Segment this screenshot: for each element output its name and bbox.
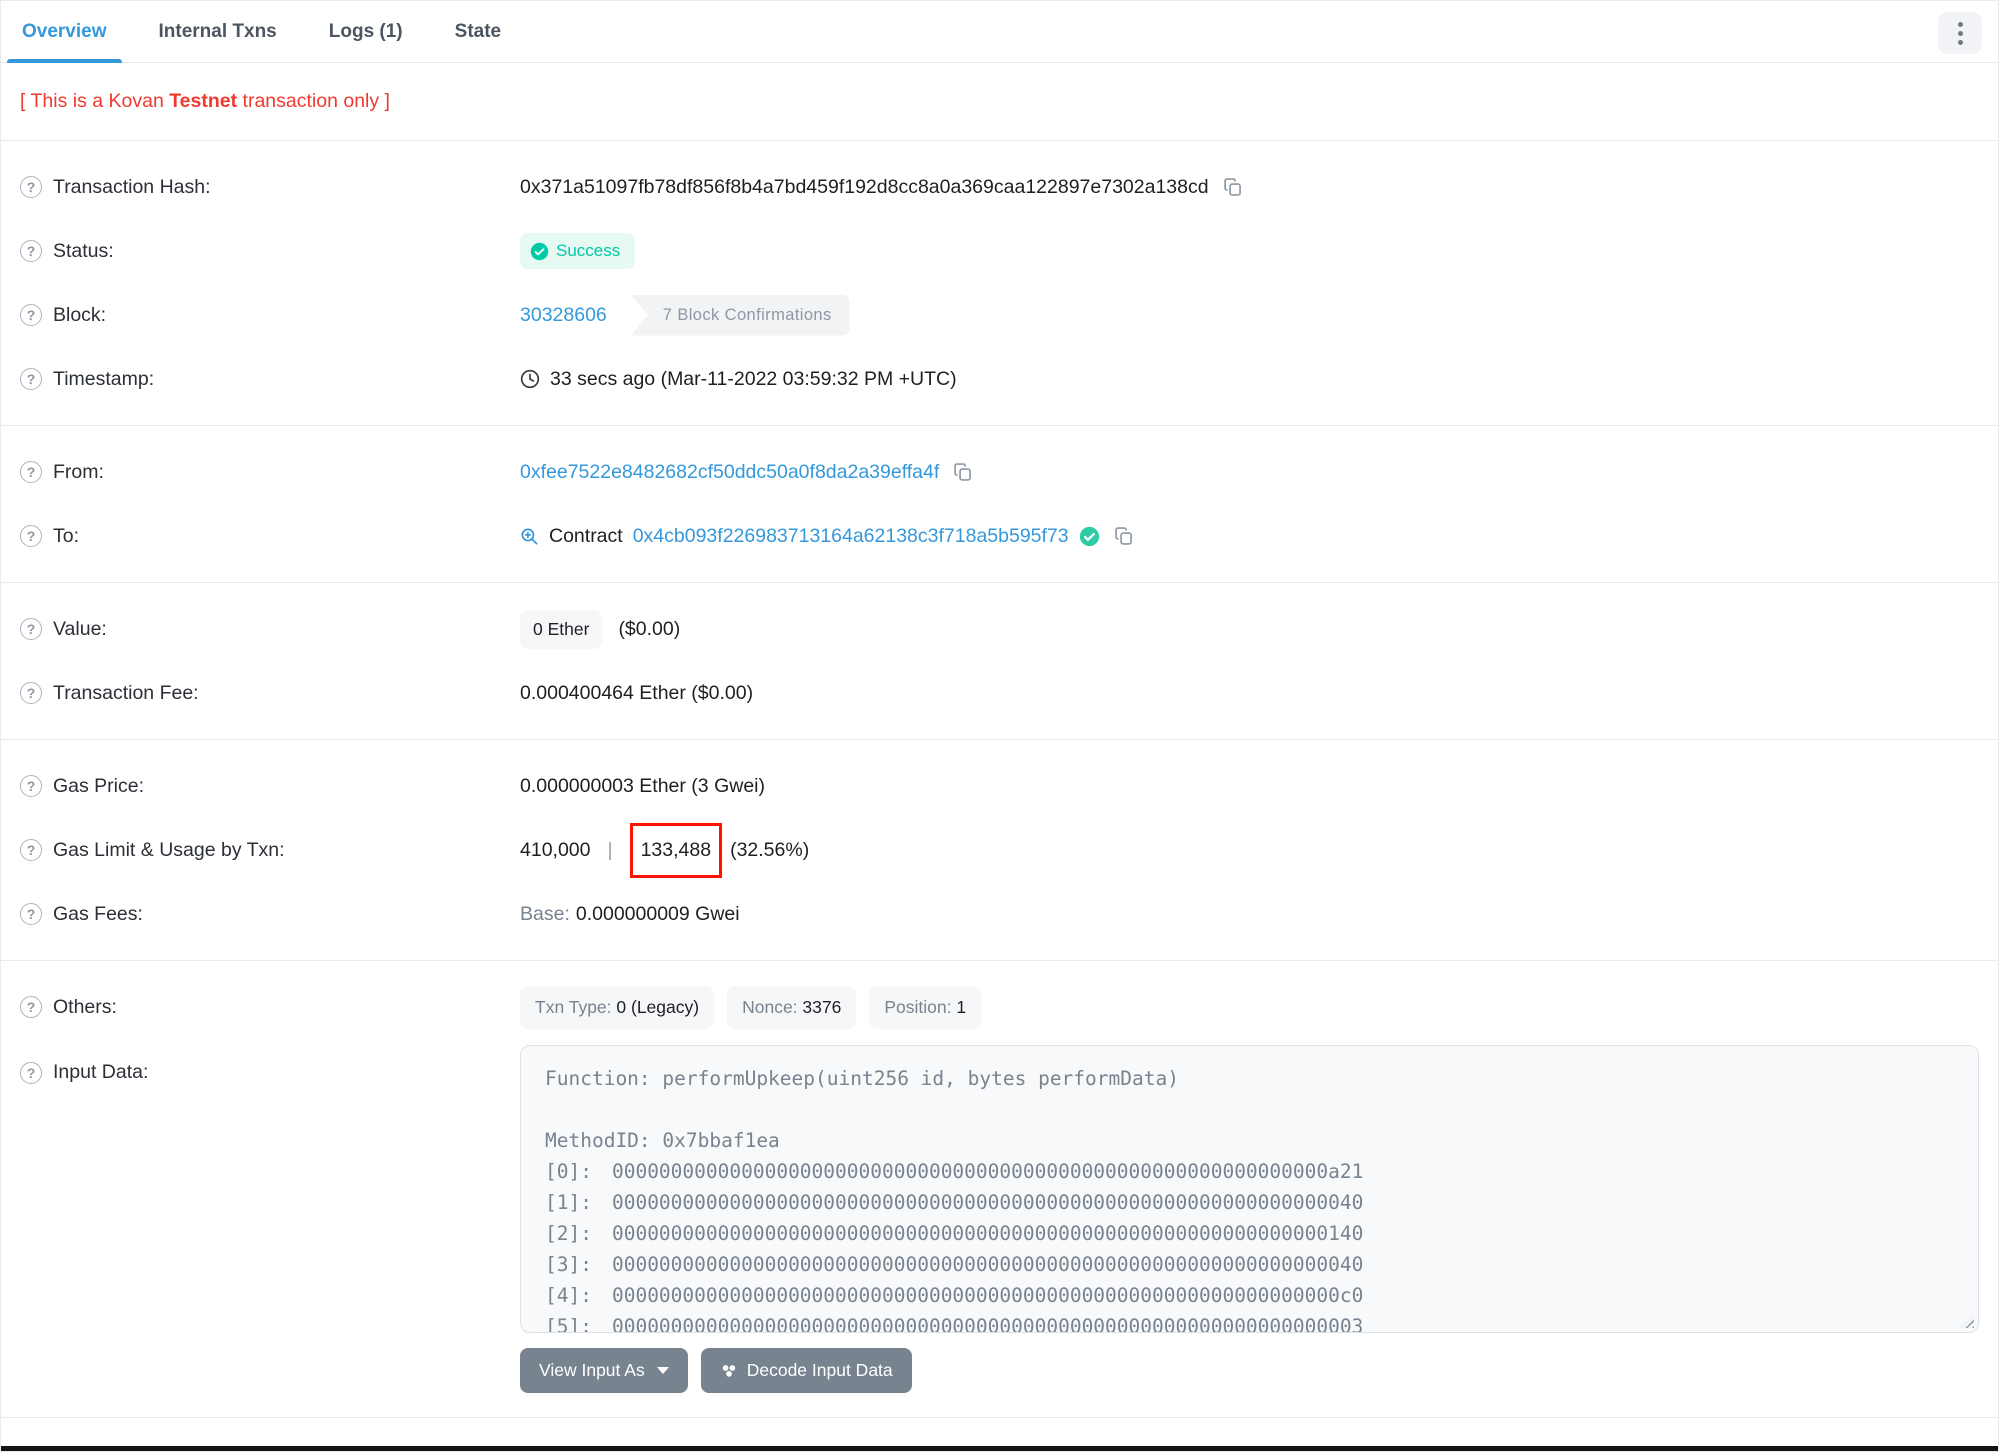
- transaction-hash-label: Transaction Hash:: [53, 175, 211, 198]
- section-others-input: ? Others: Txn Type: 0 (Legacy) Nonce: 33…: [1, 960, 1998, 1407]
- section-summary: ? Transaction Hash: 0x371a51097fb78df856…: [1, 140, 1998, 425]
- block-confirmations-badge: 7 Block Confirmations: [630, 294, 850, 336]
- from-address-link[interactable]: 0xfee7522e8482682cf50ddc50a0f8da2a39effa…: [520, 461, 939, 484]
- value-usd: ($0.00): [618, 617, 681, 640]
- row-input-data: ? Input Data: Function: performUpkeep(ui…: [20, 1045, 1979, 1393]
- bottom-divider: [1, 1417, 1998, 1418]
- row-value: ? Value: 0 Ether ($0.00): [20, 597, 1979, 661]
- input-word-row: [3]: 000000000000000000000000000000000000…: [545, 1253, 1364, 1276]
- input-word-row: [2]: 000000000000000000000000000000000000…: [545, 1222, 1364, 1245]
- gas-fees-label: Gas Fees:: [53, 902, 143, 925]
- timestamp-value: 33 secs ago (Mar-11-2022 03:59:32 PM +UT…: [550, 367, 957, 390]
- view-input-as-button[interactable]: View Input As: [520, 1348, 688, 1393]
- check-circle-icon: [530, 242, 549, 260]
- status-label: Status:: [53, 239, 114, 262]
- txn-type-badge: Txn Type: 0 (Legacy): [520, 985, 715, 1029]
- transaction-hash-value: 0x371a51097fb78df856f8b4a7bd459f192d8cc8…: [520, 175, 1209, 198]
- help-icon[interactable]: ?: [20, 304, 42, 326]
- row-others: ? Others: Txn Type: 0 (Legacy) Nonce: 33…: [20, 975, 1979, 1039]
- help-icon[interactable]: ?: [20, 368, 42, 390]
- row-transaction-fee: ? Transaction Fee: 0.000400464 Ether ($0…: [20, 661, 1979, 725]
- row-to: ? To: Contract 0x4cb093f226983713164a621…: [20, 504, 1979, 568]
- verified-check-icon: [1079, 526, 1100, 547]
- decode-input-data-button[interactable]: Decode Input Data: [700, 1348, 912, 1393]
- input-method-id: MethodID: 0x7bbaf1ea: [545, 1129, 780, 1152]
- help-icon[interactable]: ?: [20, 903, 42, 925]
- annotation-highlight-box: 133,488: [629, 822, 723, 878]
- input-word-row: [1]: 000000000000000000000000000000000000…: [545, 1191, 1364, 1214]
- nonce-badge: Nonce: 3376: [727, 985, 857, 1029]
- input-word-row: [0]: 000000000000000000000000000000000000…: [545, 1160, 1364, 1183]
- copy-icon[interactable]: [953, 462, 973, 482]
- more-options-button[interactable]: [1938, 12, 1982, 54]
- help-icon[interactable]: ?: [20, 775, 42, 797]
- section-parties: ? From: 0xfee7522e8482682cf50ddc50a0f8da…: [1, 425, 1998, 582]
- block-number-link[interactable]: 30328606: [520, 304, 607, 327]
- others-label: Others:: [53, 995, 117, 1018]
- from-label: From:: [53, 460, 104, 483]
- gas-price-label: Gas Price:: [53, 774, 145, 797]
- kebab-dots-icon: [1957, 21, 1963, 27]
- help-icon[interactable]: ?: [20, 461, 42, 483]
- pipe-separator: |: [607, 838, 613, 861]
- base-fee-label: Base:: [520, 902, 570, 925]
- copy-icon[interactable]: [1223, 177, 1243, 197]
- gas-used-value: 133,488: [640, 838, 712, 861]
- help-icon[interactable]: ?: [20, 176, 42, 198]
- transaction-detail-card: Overview Internal Txns Logs (1) State [ …: [0, 0, 1999, 1452]
- help-icon[interactable]: ?: [20, 839, 42, 861]
- row-gas-price: ? Gas Price: 0.000000003 Ether (3 Gwei): [20, 754, 1979, 818]
- tab-bar: Overview Internal Txns Logs (1) State: [1, 1, 1998, 63]
- tab-overview[interactable]: Overview: [7, 1, 122, 63]
- chevron-down-icon: [656, 1367, 669, 1374]
- help-icon[interactable]: ?: [20, 682, 42, 704]
- tab-logs[interactable]: Logs (1): [314, 1, 418, 62]
- gas-limit-label: Gas Limit & Usage by Txn:: [53, 838, 285, 861]
- row-from: ? From: 0xfee7522e8482682cf50ddc50a0f8da…: [20, 440, 1979, 504]
- copy-icon[interactable]: [1114, 526, 1134, 546]
- section-value: ? Value: 0 Ether ($0.00) ? Transaction F…: [1, 582, 1998, 739]
- status-badge: Success: [520, 233, 636, 269]
- help-icon[interactable]: ?: [20, 240, 42, 262]
- help-icon[interactable]: ?: [20, 996, 42, 1018]
- gas-limit-value: 410,000: [520, 838, 591, 861]
- transaction-fee-label: Transaction Fee:: [53, 681, 199, 704]
- input-data-textarea[interactable]: Function: performUpkeep(uint256 id, byte…: [520, 1045, 1979, 1333]
- base-fee-value: 0.000000009 Gwei: [575, 902, 740, 925]
- value-badge: 0 Ether: [520, 609, 603, 649]
- input-word-row: [4]: 000000000000000000000000000000000000…: [545, 1284, 1364, 1307]
- row-gas-fees: ? Gas Fees: Base: 0.000000009 Gwei: [20, 882, 1979, 946]
- value-label: Value:: [53, 617, 107, 640]
- help-icon[interactable]: ?: [20, 525, 42, 547]
- timestamp-label: Timestamp:: [53, 367, 155, 390]
- block-label: Block:: [53, 303, 107, 326]
- gas-price-value: 0.000000003 Ether (3 Gwei): [520, 774, 765, 797]
- row-transaction-hash: ? Transaction Hash: 0x371a51097fb78df856…: [20, 155, 1979, 219]
- clock-icon: [520, 369, 540, 389]
- transaction-fee-value: 0.000400464 Ether ($0.00): [520, 681, 754, 704]
- row-timestamp: ? Timestamp: 33 secs ago (Mar-11-2022 03…: [20, 347, 1979, 411]
- row-block: ? Block: 30328606 7 Block Confirmations: [20, 283, 1979, 347]
- help-icon[interactable]: ?: [20, 618, 42, 640]
- gas-used-percent: (32.56%): [730, 838, 810, 861]
- to-contract-word: Contract: [549, 524, 623, 547]
- tab-state[interactable]: State: [440, 1, 516, 62]
- decode-icon: [720, 1362, 738, 1380]
- row-status: ? Status: Success: [20, 219, 1979, 283]
- to-address-link[interactable]: 0x4cb093f226983713164a62138c3f718a5b595f…: [633, 525, 1069, 548]
- magnifier-plus-icon[interactable]: [520, 527, 539, 546]
- to-label: To:: [53, 524, 80, 547]
- input-data-label: Input Data:: [53, 1061, 149, 1083]
- tab-internal-txns[interactable]: Internal Txns: [144, 1, 292, 62]
- testnet-warning: [ This is a Kovan Testnet transaction on…: [20, 90, 390, 112]
- input-word-row: [5]: 000000000000000000000000000000000000…: [545, 1315, 1364, 1333]
- row-gas-limit-usage: ? Gas Limit & Usage by Txn: 410,000 | 13…: [20, 818, 1979, 882]
- position-badge: Position: 1: [869, 985, 982, 1029]
- help-icon[interactable]: ?: [20, 1061, 42, 1084]
- input-function-signature: Function: performUpkeep(uint256 id, byte…: [545, 1067, 1179, 1090]
- section-gas: ? Gas Price: 0.000000003 Ether (3 Gwei) …: [1, 739, 1998, 960]
- footer-edge: [1, 1446, 1998, 1451]
